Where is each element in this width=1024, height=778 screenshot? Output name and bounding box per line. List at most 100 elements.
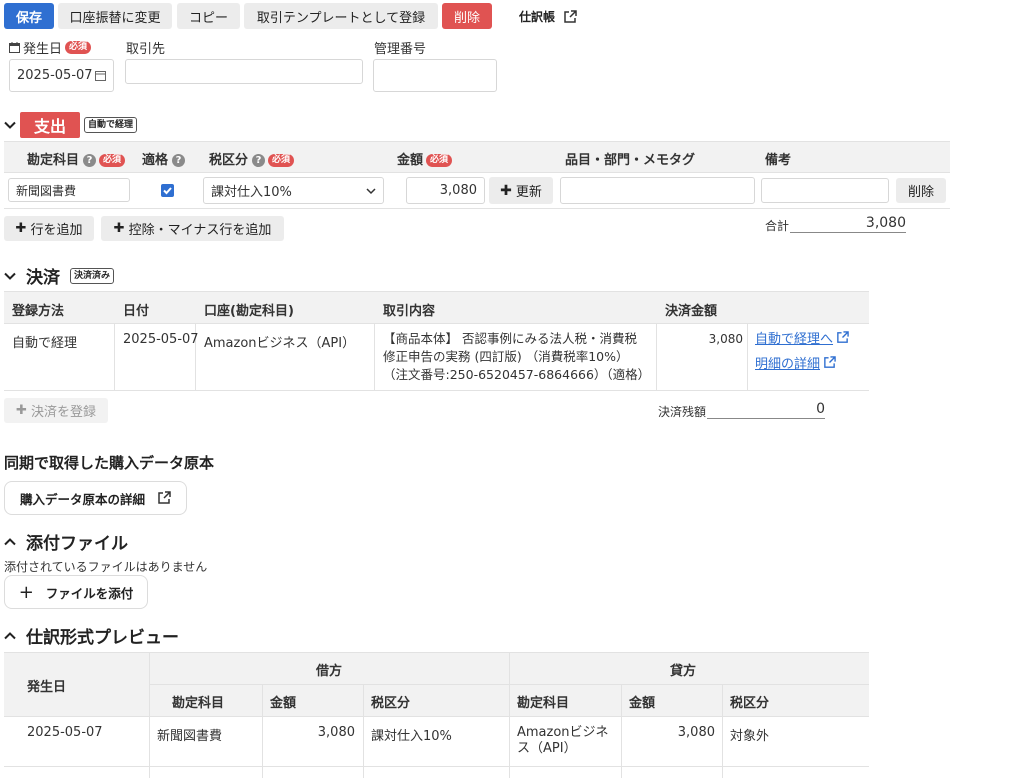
preview-title: 仕訳形式プレビュー: [26, 628, 179, 648]
debit-amount-header: 金額: [270, 696, 297, 711]
management-number-input[interactable]: [373, 59, 497, 92]
expense-section-header[interactable]: 支出 自動で経理: [4, 112, 138, 138]
attach-file-button[interactable]: + ファイルを添付: [4, 575, 148, 609]
date-label: 発生日 必須: [9, 38, 92, 57]
date-label-text: 発生日: [23, 42, 63, 57]
preview-debit-account: 新聞図書費: [157, 729, 223, 744]
column-payment-amount: 決済金額: [665, 304, 718, 319]
required-badge: 必須: [99, 154, 126, 167]
add-deduct-row-label: 控除・マイナス行を追加: [128, 223, 272, 238]
help-icon[interactable]: ?: [83, 154, 97, 167]
column-qualified: 適格?: [142, 149, 186, 168]
preview-date: 2025-05-07: [27, 725, 103, 740]
column-payment-account: 口座(勘定科目): [204, 304, 294, 319]
convert-to-transfer-button[interactable]: 口座振替に変更: [58, 3, 172, 29]
col-divider: [374, 324, 375, 390]
purchase-data-detail-label: 購入データ原本の詳細: [19, 491, 145, 507]
chevron-down-icon: [4, 119, 16, 131]
partner-label: 取引先: [126, 42, 166, 57]
external-link-icon: [823, 356, 836, 369]
expense-title: 支出: [20, 112, 81, 138]
col-divider: [114, 324, 115, 390]
update-button[interactable]: ✚ 更新: [489, 177, 553, 204]
attachments-title: 添付ファイル: [26, 534, 128, 554]
row-divider: [4, 390, 869, 391]
partner-input[interactable]: [125, 59, 363, 84]
external-link-icon: [563, 9, 577, 24]
copy-button[interactable]: コピー: [177, 3, 240, 29]
payment-content: 【商品本体】 否認事例にみる法人税・消費税修正申告の実務 (四訂版) （消費税率…: [383, 331, 651, 382]
required-badge: 必須: [426, 154, 453, 167]
register-template-button[interactable]: 取引テンプレートとして登録: [244, 3, 438, 29]
amount-input[interactable]: 3,080: [406, 177, 485, 204]
external-link-icon: [836, 331, 849, 344]
payment-section-header[interactable]: 決済 決済済み: [4, 263, 115, 288]
row-delete-button[interactable]: 削除: [896, 178, 946, 203]
debit-tax-header: 税区分: [371, 696, 411, 711]
required-badge: 必須: [268, 154, 295, 167]
column-date: 日付: [123, 304, 150, 319]
row-divider: [149, 684, 869, 685]
plus-icon: ✚: [500, 182, 512, 199]
payment-title: 決済: [26, 268, 60, 288]
column-method: 登録方法: [12, 304, 65, 319]
calendar-icon: [95, 70, 106, 81]
plus-icon: ✚: [15, 221, 27, 236]
external-link-icon: [157, 491, 171, 505]
column-memo: 備考: [765, 153, 792, 168]
preview-credit-account: Amazonビジネス（API）: [517, 725, 609, 756]
preview-debit-amount: 3,080: [317, 725, 355, 740]
row-divider: [4, 716, 869, 717]
chevron-up-icon: [4, 630, 16, 642]
auto-accounting-link-label: 自動で経理へ: [755, 332, 834, 347]
help-icon[interactable]: ?: [172, 154, 186, 167]
register-payment-button[interactable]: ✚ 決済を登録: [4, 398, 108, 423]
col-divider: [509, 652, 510, 778]
col-divider: [621, 684, 622, 778]
col-divider: [656, 324, 657, 390]
account-input[interactable]: 新聞図書費: [8, 178, 130, 202]
plus-icon: ✚: [16, 403, 27, 418]
required-badge: 必須: [65, 41, 92, 54]
balance-label: 決済残額: [658, 405, 707, 419]
calendar-icon: [9, 42, 20, 53]
col-divider: [363, 684, 364, 778]
payment-amount: 3,080: [708, 332, 743, 346]
row-divider: [4, 766, 869, 767]
purchase-data-detail-button[interactable]: 購入データ原本の詳細: [4, 481, 187, 515]
date-input[interactable]: 2025-05-07: [9, 59, 114, 92]
chevron-down-icon: [4, 270, 16, 282]
save-button[interactable]: 保存: [4, 3, 54, 29]
column-qualified-label: 適格: [142, 153, 169, 168]
statement-detail-link[interactable]: 明細の詳細: [755, 353, 836, 372]
column-amount: 金額 必須: [397, 149, 453, 168]
add-deduct-row-button[interactable]: ✚ 控除・マイナス行を追加: [101, 216, 284, 241]
debit-account-header: 勘定科目: [172, 696, 225, 711]
no-attachments-text: 添付されているファイルはありません: [4, 560, 208, 574]
help-icon[interactable]: ?: [252, 154, 266, 167]
chevron-up-icon: [4, 536, 16, 548]
item-input[interactable]: [560, 177, 755, 204]
auto-accounting-link[interactable]: 自動で経理へ: [755, 328, 849, 347]
credit-header: 貸方: [670, 664, 697, 679]
column-content: 取引内容: [383, 304, 436, 319]
purchase-data-title: 同期で取得した購入データ原本: [4, 454, 215, 472]
balance-value: 0: [707, 401, 825, 419]
tax-select[interactable]: 課対仕入10%: [203, 177, 384, 204]
col-divider: [149, 652, 150, 778]
qualified-checkbox[interactable]: [161, 184, 174, 197]
preview-debit-tax: 課対仕入10%: [371, 729, 452, 744]
auto-accounting-badge: 自動で経理: [84, 117, 138, 133]
attachments-section-header[interactable]: 添付ファイル: [4, 529, 128, 554]
memo-input[interactable]: [761, 178, 889, 203]
column-tax: 税区分? 必須: [209, 149, 295, 168]
preview-section-header[interactable]: 仕訳形式プレビュー: [4, 623, 179, 648]
add-row-button[interactable]: ✚ 行を追加: [4, 216, 94, 241]
journal-link[interactable]: 仕訳帳: [519, 8, 577, 25]
statement-detail-link-label: 明細の詳細: [755, 357, 821, 372]
update-button-label: 更新: [515, 185, 542, 200]
total-value: 3,080: [790, 215, 906, 233]
preview-date-header: 発生日: [27, 680, 67, 695]
preview-credit-amount: 3,080: [677, 725, 715, 740]
delete-button[interactable]: 削除: [442, 3, 492, 29]
